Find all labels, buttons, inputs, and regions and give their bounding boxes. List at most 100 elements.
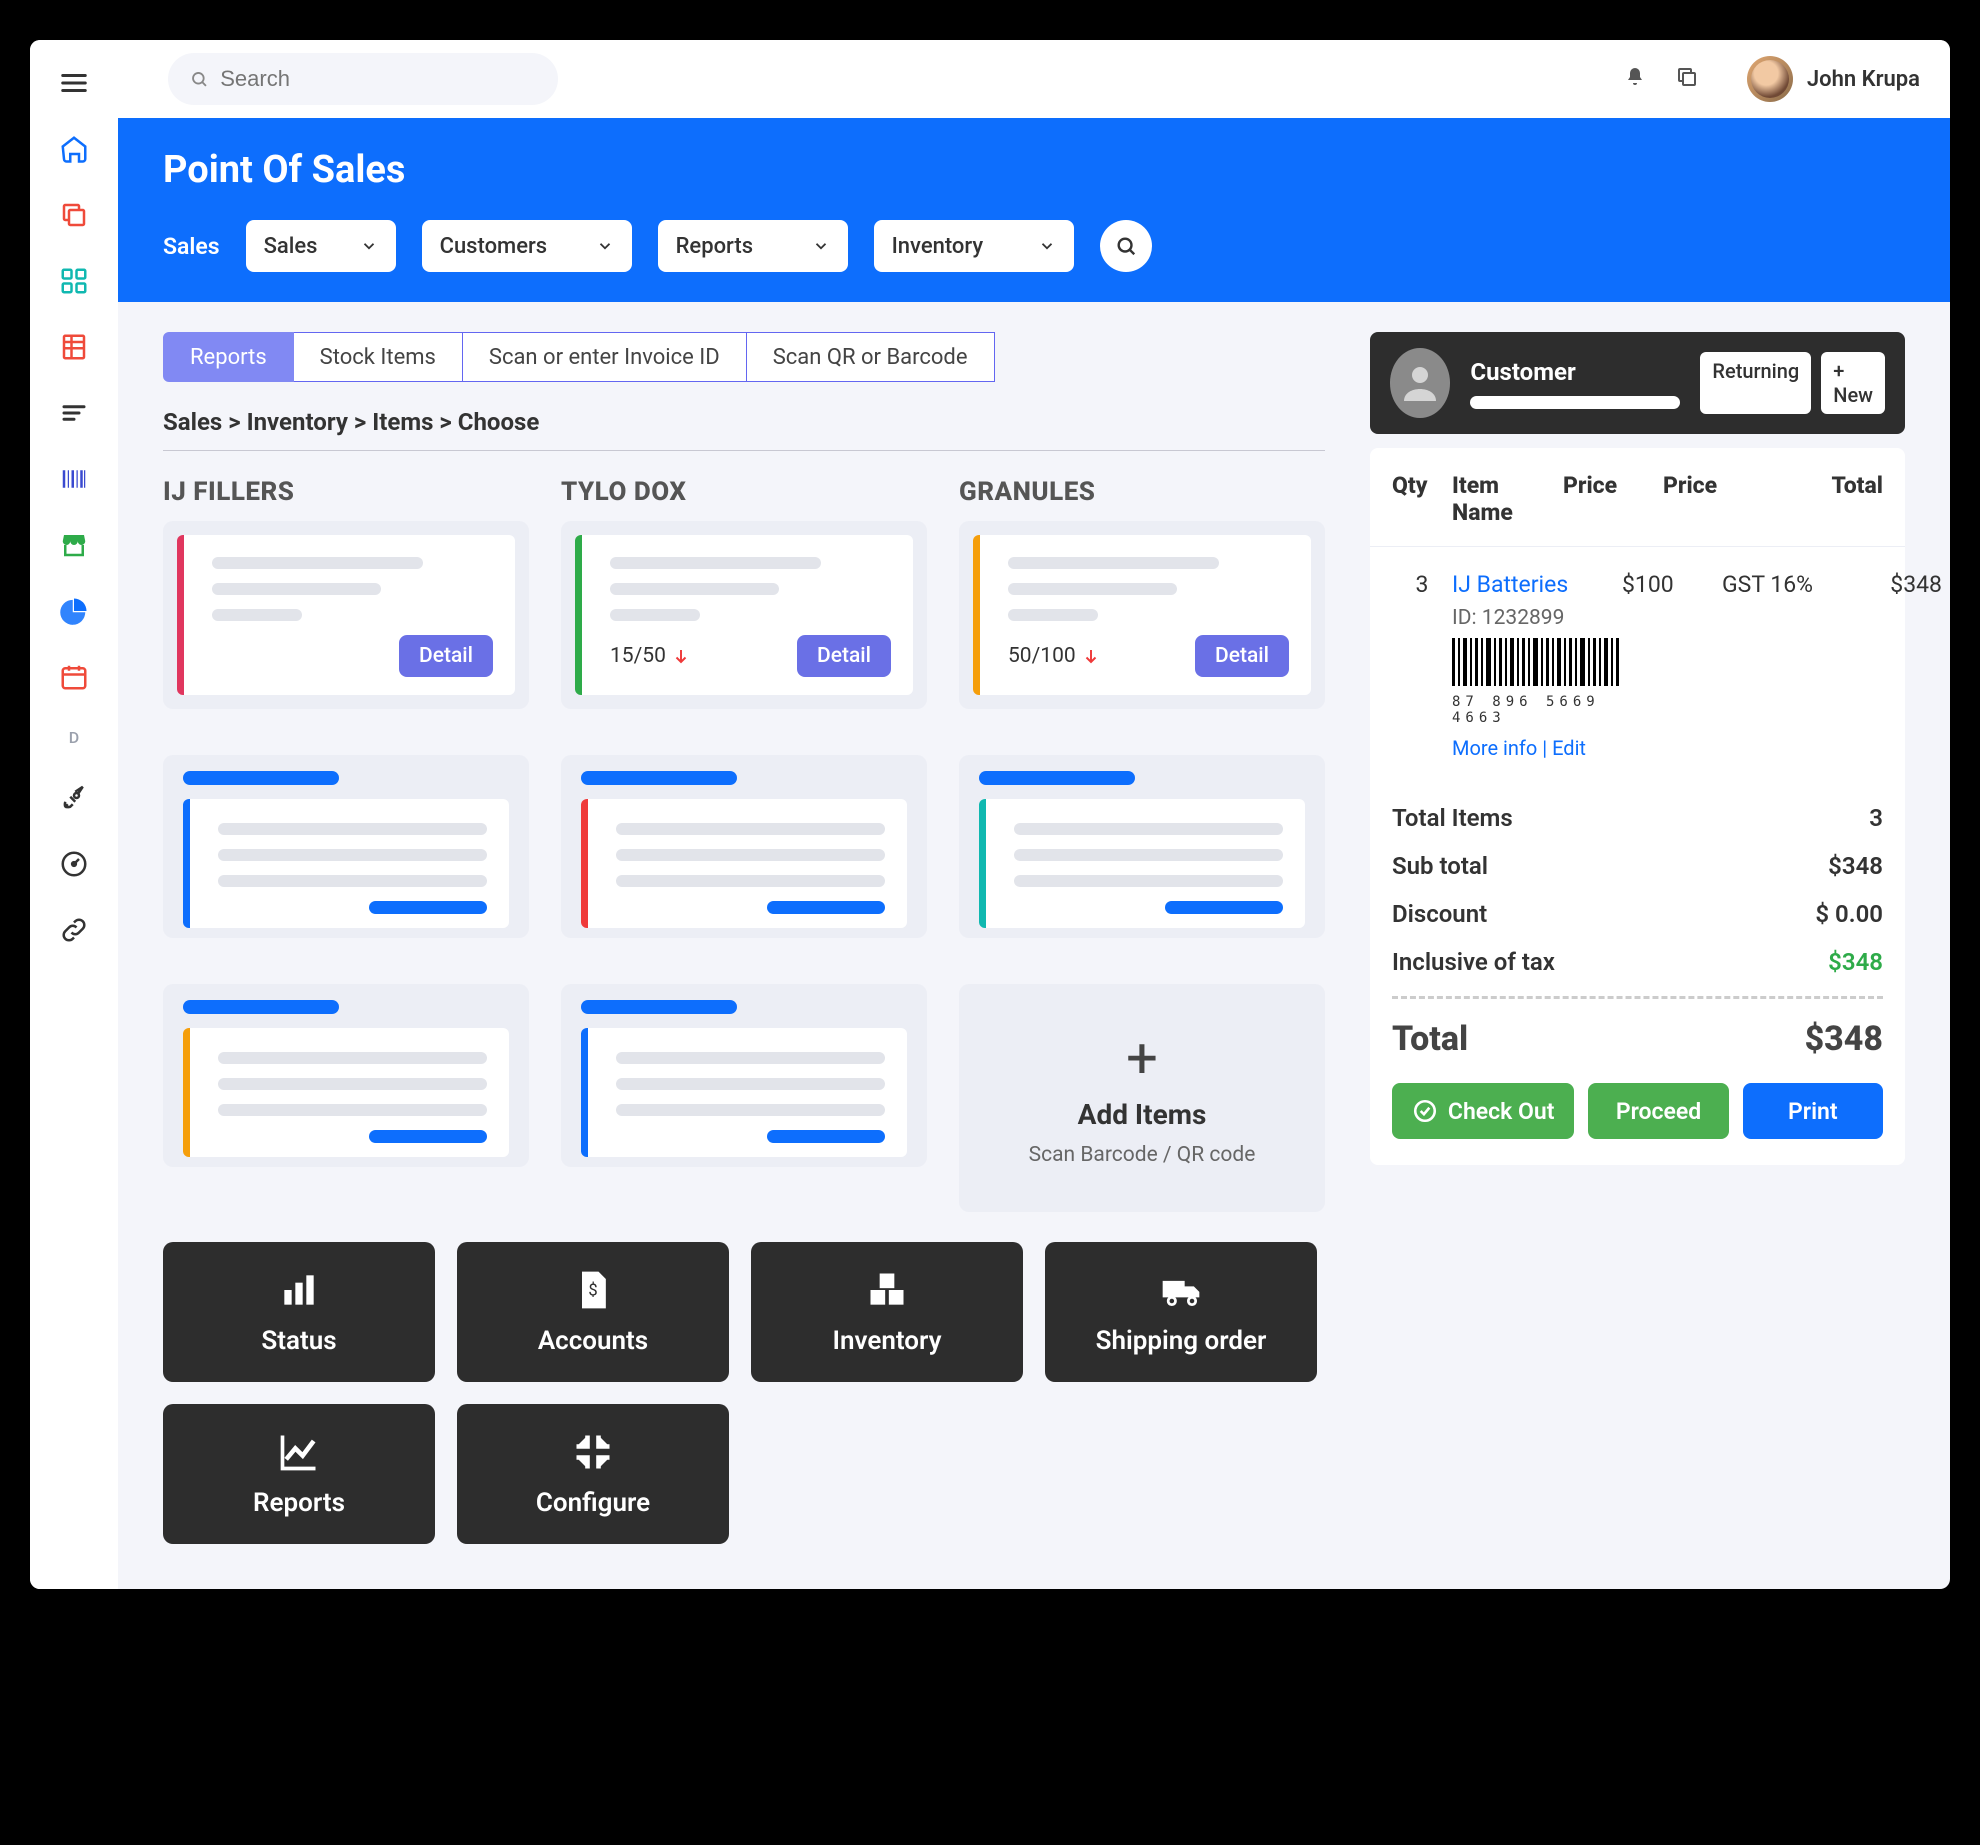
customer-avatar-icon: [1390, 348, 1450, 418]
barcode-icon[interactable]: [59, 464, 89, 494]
calendar-icon[interactable]: [59, 662, 89, 692]
dropdown-customers[interactable]: Customers: [422, 220, 632, 272]
stock-text: 50/100: [1008, 644, 1100, 668]
header-search-button[interactable]: [1100, 220, 1152, 272]
tile-configure[interactable]: Configure: [457, 1404, 729, 1544]
discount-value: $ 0.00: [1815, 900, 1883, 928]
col-item: Item Name: [1452, 472, 1563, 526]
dropdown-reports[interactable]: Reports: [658, 220, 848, 272]
col-qty: Qty: [1392, 472, 1452, 526]
trend-icon: [277, 1430, 321, 1478]
cart-price: $100: [1622, 571, 1722, 598]
item-card: 15/50 Detail: [561, 521, 927, 709]
user-info[interactable]: John Krupa: [1747, 56, 1920, 102]
item-card: [561, 755, 927, 938]
item-card: [163, 984, 529, 1167]
tile-label: Shipping order: [1096, 1326, 1267, 1356]
new-customer-button[interactable]: + New: [1821, 352, 1885, 414]
item-card: [163, 755, 529, 938]
copy-icon[interactable]: [59, 200, 89, 230]
tile-inventory[interactable]: Inventory: [751, 1242, 1023, 1382]
item-card: Detail: [163, 521, 529, 709]
d-letter-icon[interactable]: D: [69, 728, 79, 747]
total-items-value: 3: [1869, 804, 1883, 832]
check-circle-icon: [1412, 1098, 1438, 1124]
svg-text:$: $: [588, 1282, 597, 1301]
bar-chart-icon: [277, 1268, 321, 1316]
dropdown-sales[interactable]: Sales: [246, 220, 396, 272]
store-icon[interactable]: [59, 530, 89, 560]
tab-scan-or-enter-invoice-id[interactable]: Scan or enter Invoice ID: [463, 332, 747, 382]
print-button[interactable]: Print: [1743, 1083, 1883, 1139]
search-icon: [190, 69, 208, 89]
item-card: [959, 755, 1325, 938]
tile-status[interactable]: Status: [163, 1242, 435, 1382]
tile-reports[interactable]: Reports: [163, 1404, 435, 1544]
tile-shipping-order[interactable]: Shipping order: [1045, 1242, 1317, 1382]
collapse-icon: [571, 1430, 615, 1478]
bell-icon[interactable]: [1623, 65, 1647, 93]
item-card: [561, 984, 927, 1167]
lines-icon[interactable]: [59, 398, 89, 428]
proceed-button[interactable]: Proceed: [1588, 1083, 1728, 1139]
tile-accounts[interactable]: $ Accounts: [457, 1242, 729, 1382]
gauge-icon[interactable]: [59, 849, 89, 879]
search-box[interactable]: [168, 53, 558, 105]
tab-scan-qr-or-barcode[interactable]: Scan QR or Barcode: [747, 332, 995, 382]
chevron-down-icon: [812, 237, 830, 255]
arrow-down-icon: [672, 647, 690, 665]
tile-label: Status: [261, 1326, 336, 1356]
cart-row: 3 IJ Batteries ID: 1232899 87 896 5669 4…: [1370, 547, 1905, 784]
rocket-icon[interactable]: [59, 783, 89, 813]
col-price: Price: [1563, 472, 1663, 526]
more-info-link[interactable]: More info: [1452, 736, 1537, 760]
page-title: Point Of Sales: [163, 148, 1905, 192]
detail-button[interactable]: Detail: [1195, 635, 1289, 677]
tile-label: Accounts: [538, 1326, 648, 1356]
dropdown-inventory[interactable]: Inventory: [874, 220, 1074, 272]
detail-button[interactable]: Detail: [797, 635, 891, 677]
link-icon[interactable]: [59, 915, 89, 945]
tab-reports[interactable]: Reports: [163, 332, 294, 382]
cart-item-name[interactable]: IJ Batteries: [1452, 571, 1568, 598]
windows-icon[interactable]: [1675, 65, 1699, 93]
avatar: [1747, 56, 1793, 102]
cart-total: $348: [1842, 571, 1942, 598]
add-items-title: Add Items: [1078, 1098, 1207, 1131]
cart-panel: Qty Item Name Price Price Total 3 IJ Bat…: [1370, 448, 1905, 1165]
username: John Krupa: [1807, 67, 1920, 92]
search-input[interactable]: [220, 66, 536, 92]
column-title: IJ FILLERS: [163, 477, 529, 507]
customer-header: Customer Returning + New: [1370, 332, 1905, 434]
checkout-button[interactable]: Check Out: [1392, 1083, 1574, 1139]
cart-item-id: ID: 1232899: [1452, 606, 1622, 630]
spreadsheet-icon[interactable]: [59, 332, 89, 362]
col-total: Total: [1783, 472, 1883, 526]
breadcrumb: Sales > Inventory > Items > Choose: [163, 408, 1325, 451]
hamburger-icon[interactable]: [59, 68, 89, 98]
total-value: $348: [1805, 1019, 1883, 1059]
incl-tax-value: $348: [1828, 948, 1883, 976]
mini-sidebar: D: [30, 40, 118, 1589]
search-icon: [1115, 235, 1137, 257]
tile-label: Configure: [536, 1488, 650, 1518]
column-title: TYLO DOX: [561, 477, 927, 507]
returning-button[interactable]: Returning: [1700, 352, 1811, 414]
incl-tax-label: Inclusive of tax: [1392, 948, 1555, 976]
detail-button[interactable]: Detail: [399, 635, 493, 677]
pie-icon[interactable]: [59, 596, 89, 626]
modules-icon[interactable]: [59, 266, 89, 296]
chevron-down-icon: [596, 237, 614, 255]
arrow-down-icon: [1082, 647, 1100, 665]
plus-icon: +: [1126, 1030, 1158, 1086]
topbar: John Krupa: [118, 40, 1950, 118]
col-price2: Price: [1663, 472, 1783, 526]
chevron-down-icon: [1038, 237, 1056, 255]
home-icon[interactable]: [59, 134, 89, 164]
chevron-down-icon: [360, 237, 378, 255]
total-label: Total: [1392, 1019, 1468, 1059]
add-items-card[interactable]: + Add Items Scan Barcode / QR code: [959, 984, 1325, 1212]
edit-link[interactable]: Edit: [1552, 736, 1586, 760]
tab-stock-items[interactable]: Stock Items: [294, 332, 463, 382]
subtotal-label: Sub total: [1392, 852, 1488, 880]
